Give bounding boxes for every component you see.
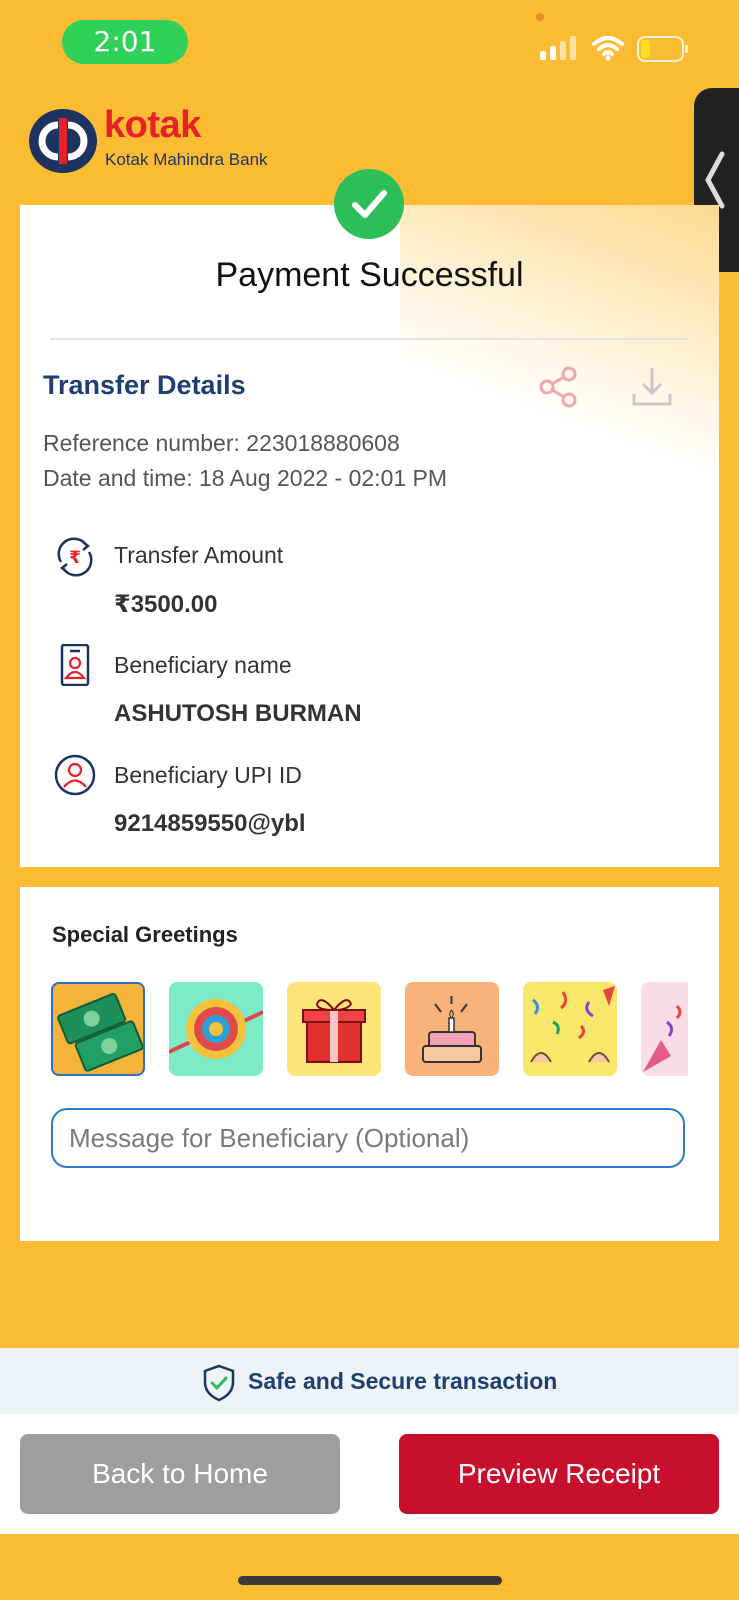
cellular-signal-icon — [540, 36, 576, 60]
confetti-greeting[interactable] — [523, 982, 617, 1076]
money-icon — [57, 993, 144, 1072]
id-card-icon — [60, 644, 90, 686]
beneficiary-name-label: Beneficiary name — [114, 652, 292, 678]
beneficiary-name-value: ASHUTOSH BURMAN — [114, 700, 362, 727]
rupee-transfer-icon: ₹ — [57, 537, 93, 577]
battery-icon — [637, 36, 688, 62]
wifi-icon — [592, 36, 624, 61]
svg-text:₹: ₹ — [69, 548, 81, 568]
beneficiary-upi-value: 9214859550@ybl — [114, 810, 306, 837]
download-icon[interactable] — [632, 366, 672, 408]
party-popper-icon — [643, 1004, 682, 1072]
gift-icon — [302, 999, 366, 1063]
reference-number: Reference number: 223018880608 — [43, 430, 400, 456]
preview-receipt-button[interactable]: Preview Receipt — [399, 1434, 719, 1514]
transfer-amount-label: Transfer Amount — [114, 542, 284, 568]
brand-name: kotak — [104, 104, 201, 146]
user-circle-icon — [54, 754, 96, 796]
message-input[interactable] — [51, 1108, 685, 1168]
gift-greeting[interactable] — [287, 982, 381, 1076]
home-indicator[interactable] — [238, 1576, 502, 1585]
privacy-indicator-dot — [536, 13, 544, 21]
chevron-left-icon — [705, 151, 725, 209]
transfer-amount-value: ₹3500.00 — [114, 591, 218, 618]
share-icon[interactable] — [538, 366, 578, 408]
page-title: Payment Successful — [215, 256, 524, 294]
money-greeting[interactable] — [51, 982, 145, 1076]
rakhi-icon — [169, 999, 263, 1059]
brand-subtitle: Kotak Mahindra Bank — [105, 150, 268, 169]
status-time: 2:01 — [62, 20, 188, 64]
back-to-home-button[interactable]: Back to Home — [20, 1434, 340, 1514]
divider — [50, 338, 688, 340]
success-check-icon — [334, 169, 404, 239]
beneficiary-upi-label: Beneficiary UPI ID — [114, 762, 302, 788]
section-title: Transfer Details — [43, 370, 246, 400]
confetti-icon — [530, 986, 615, 1063]
date-time: Date and time: 18 Aug 2022 - 02:01 PM — [43, 465, 448, 491]
cake-greeting[interactable] — [405, 982, 499, 1076]
rakhi-greeting[interactable] — [169, 982, 263, 1076]
shield-check-icon — [203, 1364, 235, 1402]
secure-transaction-text: Safe and Secure transaction — [248, 1368, 558, 1394]
cake-icon — [422, 996, 482, 1063]
special-greetings-title: Special Greetings — [52, 922, 238, 947]
kotak-logo-icon — [29, 109, 97, 173]
party-popper-greeting[interactable] — [641, 982, 688, 1076]
